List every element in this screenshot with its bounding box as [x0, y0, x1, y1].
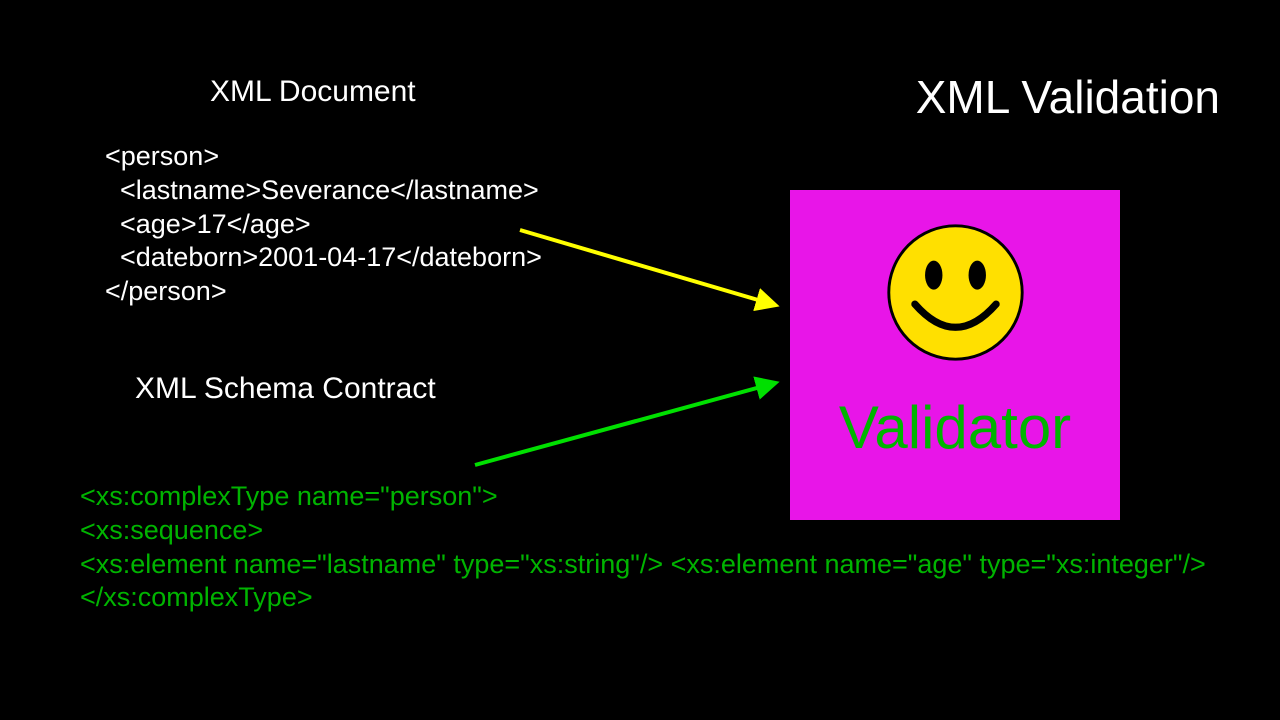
schema-line: <xs:element name="lastname" type="xs:str… — [80, 548, 1206, 582]
xml-line: <age>17</age> — [105, 209, 311, 239]
validator-box: Validator — [790, 190, 1120, 520]
xml-line: </person> — [105, 276, 227, 306]
smiley-face-icon — [883, 220, 1028, 365]
xml-document-code: <person> <lastname>Severance</lastname> … — [105, 140, 542, 309]
xml-line: <person> — [105, 141, 219, 171]
slide-title: XML Validation — [916, 70, 1220, 124]
validator-label: Validator — [839, 393, 1071, 462]
xml-line: <dateborn>2001-04-17</dateborn> — [105, 242, 542, 272]
schema-line: </xs:complexType> — [80, 581, 1206, 615]
arrow-yellow-icon — [520, 230, 775, 305]
xml-line: <lastname>Severance</lastname> — [105, 175, 539, 205]
arrow-green-icon — [475, 383, 775, 465]
xml-document-heading: XML Document — [210, 75, 416, 109]
xml-schema-heading: XML Schema Contract — [135, 372, 436, 406]
